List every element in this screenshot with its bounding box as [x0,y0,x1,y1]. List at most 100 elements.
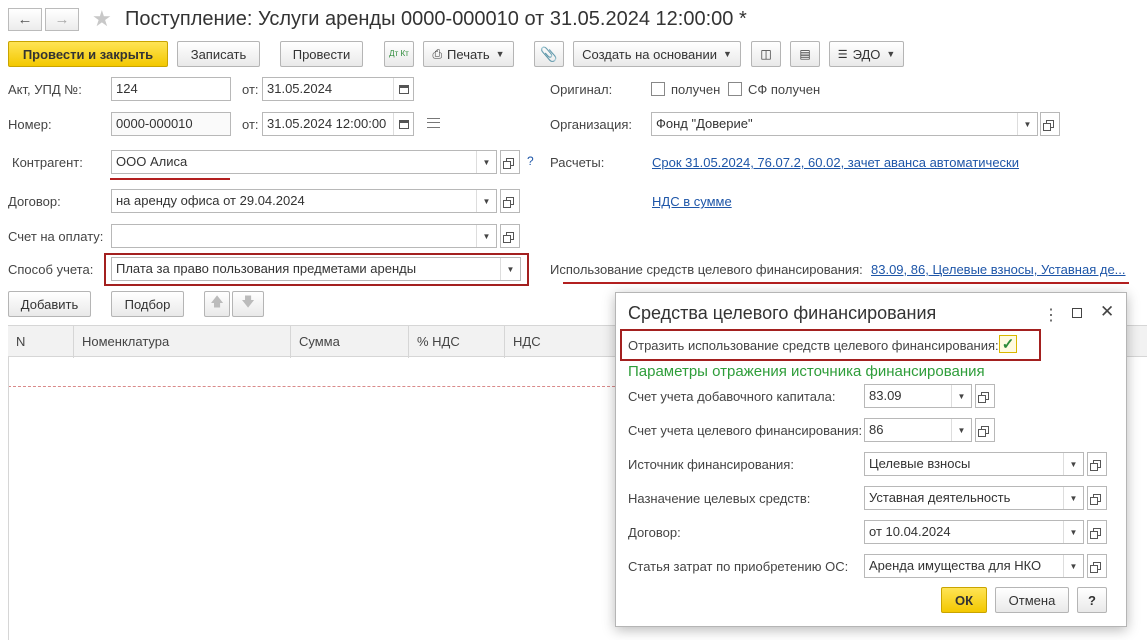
chevron-down-icon[interactable]: ▼ [476,190,496,212]
open-invoice-button[interactable] [500,224,520,248]
dialog-contract-label: Договор: [628,525,681,540]
column-header-nomenclature[interactable]: Номенклатура [74,326,291,358]
method-field[interactable]: Плата за право пользования предметами ар… [111,257,521,281]
invoice-field[interactable]: ▼ [111,224,497,248]
chevron-down-icon[interactable]: ▼ [1063,487,1083,509]
capital-account-value: 83.09 [869,388,902,403]
arrow-down-icon: 🡇 [241,294,255,309]
paperclip-icon: 📎 [540,45,558,62]
settlements-link[interactable]: Срок 31.05.2024, 76.07.2, 60.02, зачет а… [652,155,1019,170]
maximize-icon[interactable] [1072,308,1082,318]
open-icon [1090,528,1101,539]
open-icon [503,158,514,169]
column-header-n[interactable]: N [8,326,74,358]
open-financing-account-button[interactable] [975,418,995,442]
open-capital-account-button[interactable] [975,384,995,408]
select-button[interactable]: Подбор [111,291,184,317]
chevron-down-icon[interactable]: ▼ [1063,555,1083,577]
post-button[interactable]: Провести [280,41,363,67]
open-icon [978,392,989,403]
organization-field[interactable]: Фонд "Доверие" ▼ [651,112,1038,136]
cancel-button[interactable]: Отмена [995,587,1069,613]
reflect-checkbox[interactable]: ✓ [999,335,1017,353]
contract-field[interactable]: на аренду офиса от 29.04.2024 ▼ [111,189,497,213]
sf-received-checkbox[interactable] [728,82,742,96]
counterparty-underline [110,178,230,180]
post-and-close-button[interactable]: Провести и закрыть [8,41,168,67]
invoice-label: Счет на оплату: [8,229,104,244]
move-down-button[interactable]: 🡇 [232,291,264,317]
document-icon: ▤ [799,47,811,61]
ok-button[interactable]: ОК [941,587,987,613]
open-expense-item-button[interactable] [1087,554,1107,578]
star-icon[interactable]: ★ [92,6,112,32]
settlements-label: Расчеты: [550,155,605,170]
chevron-down-icon[interactable]: ▼ [951,385,971,407]
open-icon [978,426,989,437]
open-organization-button[interactable] [1040,112,1060,136]
chevron-down-icon[interactable]: ▼ [1063,453,1083,475]
received-checkbox[interactable] [651,82,665,96]
open-funds-purpose-button[interactable] [1087,486,1107,510]
save-button[interactable]: Записать [177,41,260,67]
chevron-down-icon[interactable]: ▼ [500,258,520,280]
page-title: Поступление: Услуги аренды 0000-000010 о… [125,8,747,30]
chevron-down-icon[interactable]: ▼ [476,151,496,173]
chevron-down-icon[interactable]: ▼ [1063,521,1083,543]
table-left-border [8,357,9,640]
calendar-icon[interactable] [393,78,413,100]
act-date-value: 31.05.2024 [267,81,333,96]
chevron-down-icon[interactable]: ▼ [476,225,496,247]
arrow-left-icon: ← [17,11,33,28]
print-button[interactable]: ⎙ Печать ▼ [423,41,514,67]
forward-button[interactable]: → [45,8,79,31]
create-based-on-button[interactable]: Создать на основании ▼ [573,41,741,67]
act-number-field[interactable]: 124 [111,77,231,101]
reflect-label: Отразить использование средств целевого … [628,338,999,353]
capital-account-field[interactable]: 83.09 ▼ [864,384,972,408]
expense-item-field[interactable]: Аренда имущества для НКО ▼ [864,554,1084,578]
help-icon[interactable]: ? [527,154,534,168]
open-financing-source-button[interactable] [1087,452,1107,476]
funds-purpose-field[interactable]: Уставная деятельность ▼ [864,486,1084,510]
chevron-down-icon[interactable]: ▼ [1017,113,1037,135]
open-dialog-contract-button[interactable] [1087,520,1107,544]
number-field[interactable]: 0000-000010 [111,112,231,136]
dialog-help-button[interactable]: ? [1077,587,1107,613]
attach-button[interactable]: 📎 [534,41,564,67]
vat-link[interactable]: НДС в сумме [652,194,732,209]
comment-icon[interactable] [427,118,440,128]
contract-label: Договор: [8,194,61,209]
column-header-sum[interactable]: Сумма [291,326,409,358]
financing-source-field[interactable]: Целевые взносы ▼ [864,452,1084,476]
financing-account-field[interactable]: 86 ▼ [864,418,972,442]
structure-button[interactable]: ◫ [751,41,781,67]
contract-value: на аренду офиса от 29.04.2024 [116,193,305,208]
dialog-contract-field[interactable]: от 10.04.2024 ▼ [864,520,1084,544]
hierarchy-icon: ◫ [760,47,772,61]
more-icon[interactable]: ⋮ [1043,305,1059,325]
target-usage-link[interactable]: 83.09, 86, Целевые взносы, Уставная де..… [871,262,1126,277]
edo-button[interactable]: ☰ ЭДО ▼ [829,41,904,67]
move-up-button[interactable]: 🡅 [204,291,230,317]
back-button[interactable]: ← [8,8,42,31]
calendar-icon[interactable] [393,113,413,135]
expense-item-label: Статья затрат по приобретению ОС: [628,559,849,574]
number-date-field[interactable]: 31.05.2024 12:00:00 [262,112,414,136]
dt-kt-icon[interactable]: Дт Кт [384,41,414,67]
column-header-vat-rate[interactable]: % НДС [409,326,505,358]
add-button[interactable]: Добавить [8,291,91,317]
received-label: получен [671,82,721,97]
section-title: Параметры отражения источника финансиров… [628,363,985,380]
chevron-down-icon[interactable]: ▼ [951,419,971,441]
open-counterparty-button[interactable] [500,150,520,174]
capital-account-label: Счет учета добавочного капитала: [628,389,836,404]
organization-label: Организация: [550,117,633,132]
close-icon[interactable]: ✕ [1100,302,1114,322]
column-header-vat[interactable]: НДС [505,326,615,358]
act-date-field[interactable]: 31.05.2024 [262,77,414,101]
report-button[interactable]: ▤ [790,41,820,67]
counterparty-field[interactable]: ООО Алиса ▼ [111,150,497,174]
financing-account-label: Счет учета целевого финансирования: [628,423,863,438]
open-contract-button[interactable] [500,189,520,213]
